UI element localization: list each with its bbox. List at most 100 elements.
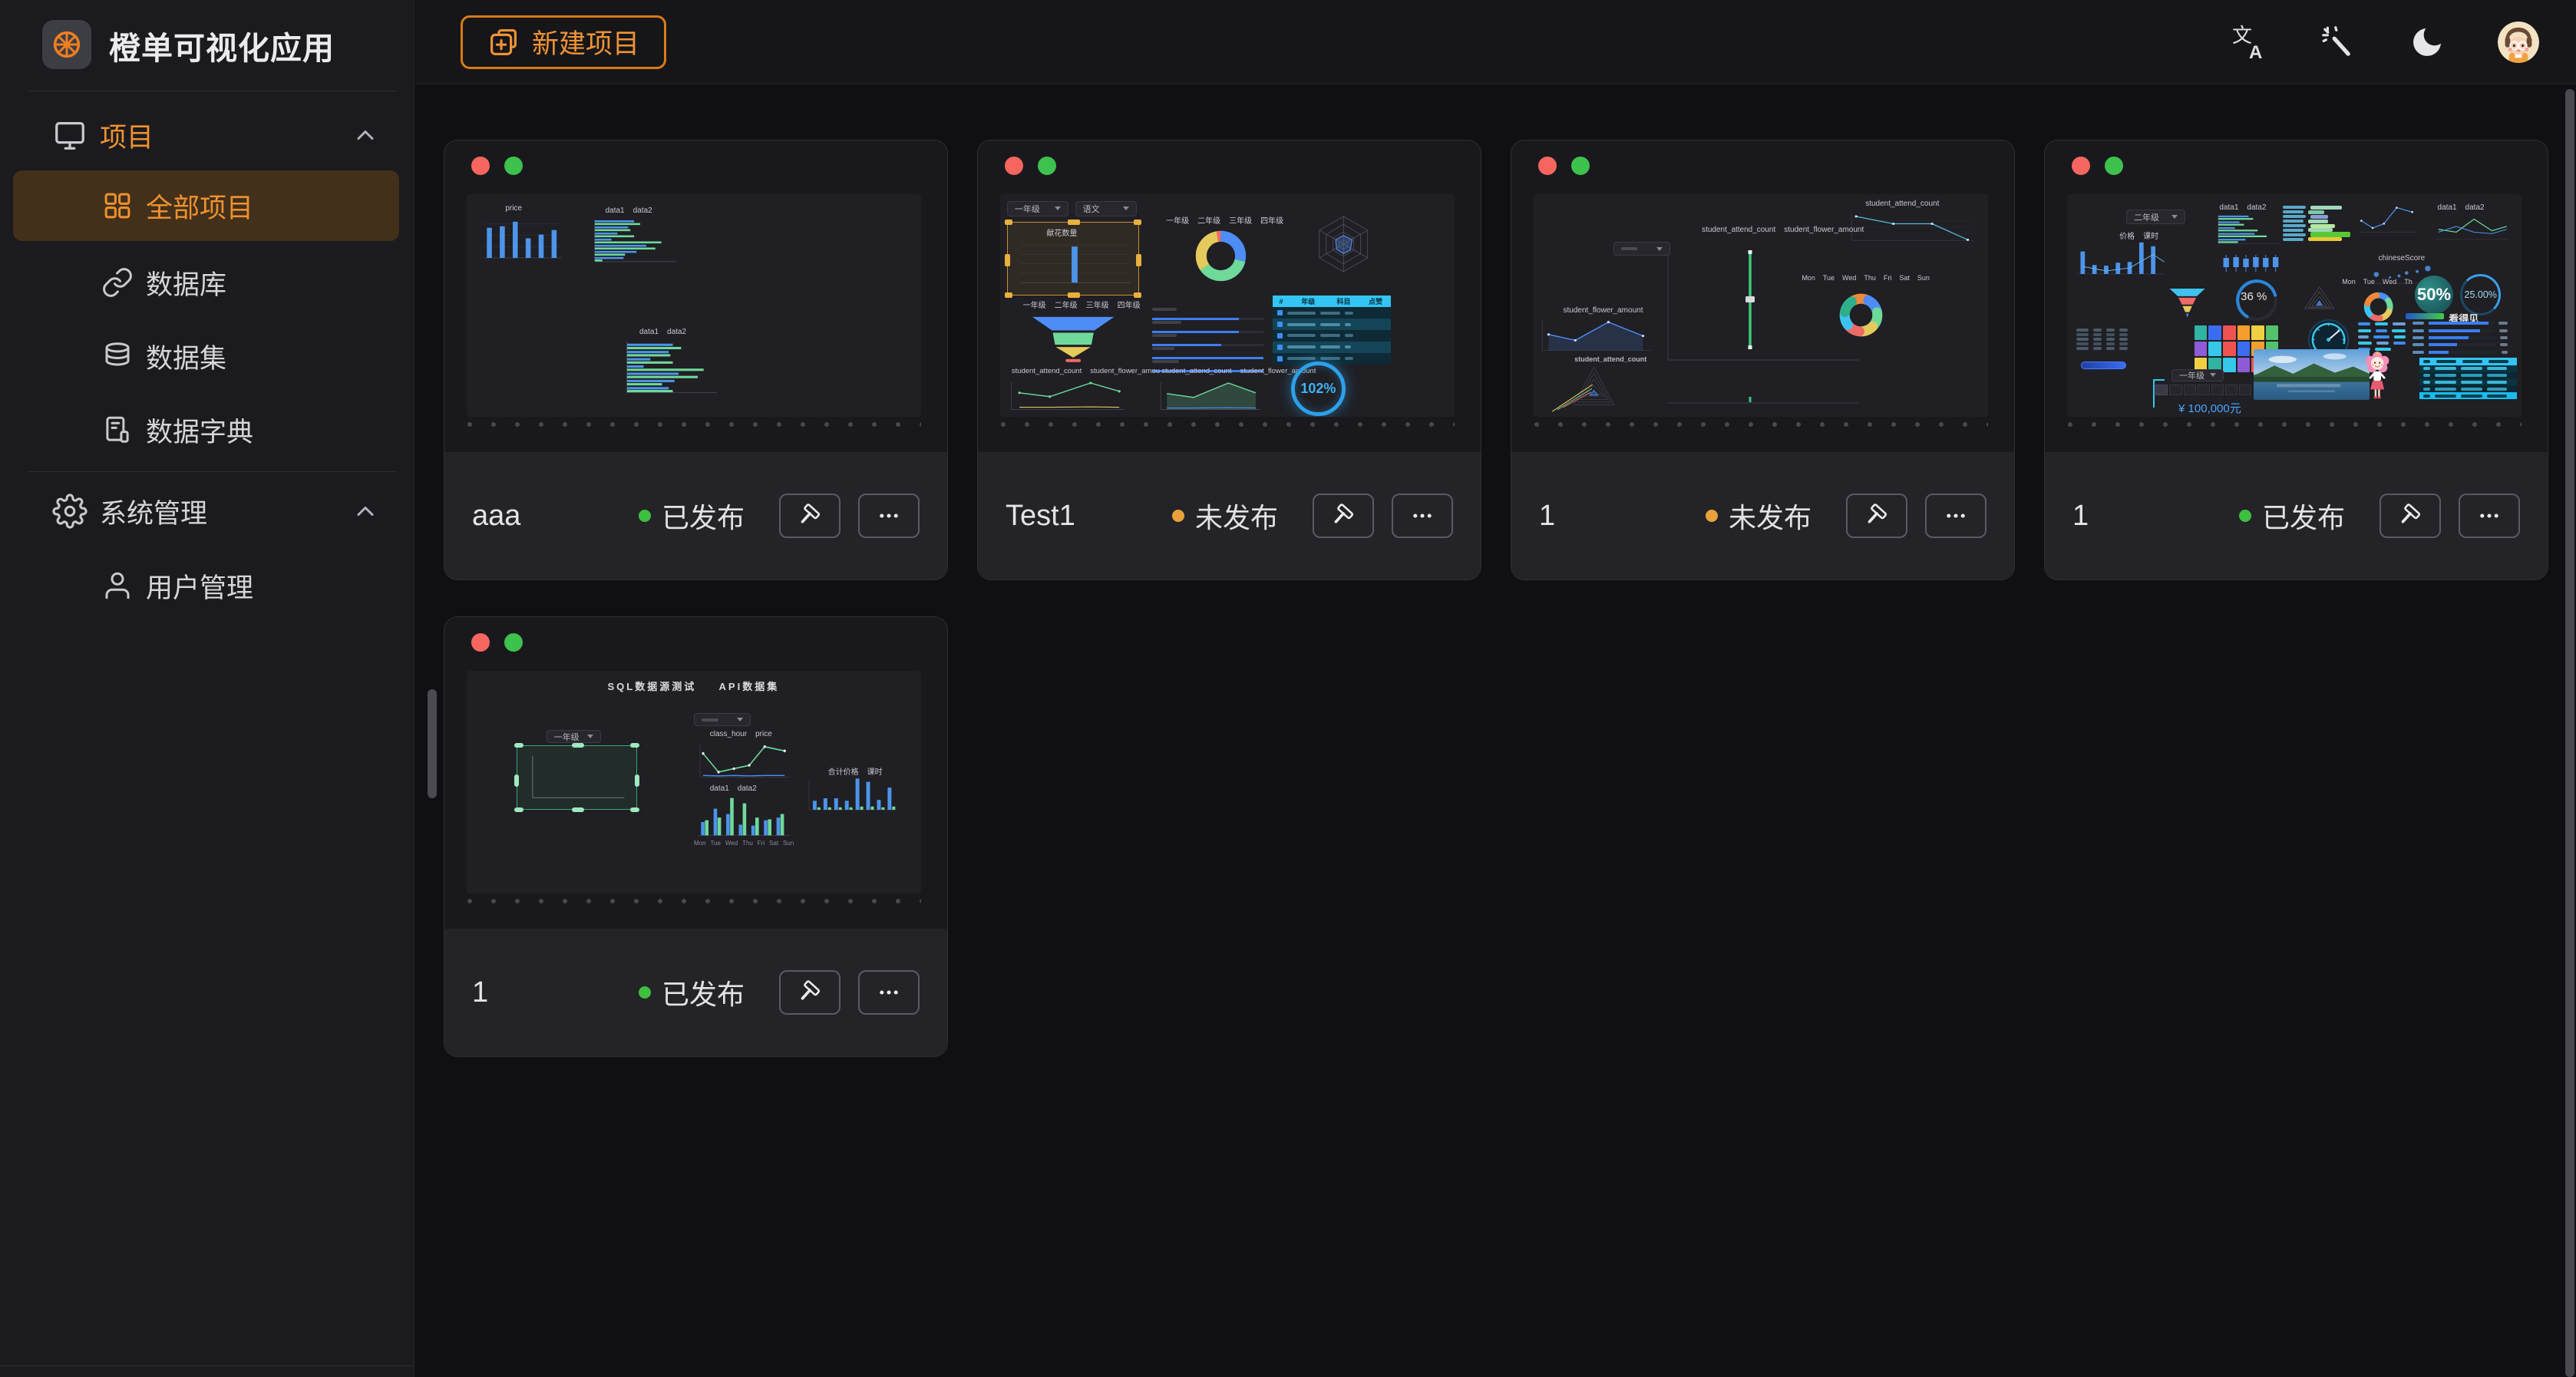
edit-button[interactable] xyxy=(779,970,841,1015)
legend: Mon Tue Wed Thu Fri Sat Sun xyxy=(1799,274,1930,282)
edit-button[interactable] xyxy=(1313,494,1374,538)
mini-progress-list xyxy=(1152,300,1263,365)
sidebar: 橙单可视化应用 项目 全部项目 数据库 数据集 xyxy=(0,0,414,1377)
edit-button[interactable] xyxy=(2379,494,2441,538)
project-thumbnail[interactable]: student_attend_count student_attend_coun… xyxy=(1534,194,1988,417)
sidebar-group-label: 项目 xyxy=(100,116,154,155)
document-icon xyxy=(101,414,134,446)
more-button[interactable] xyxy=(858,970,920,1015)
project-name: 1 xyxy=(472,976,488,1009)
status-dot xyxy=(639,986,651,999)
status-label: 已发布 xyxy=(662,496,745,536)
sidebar-group-system[interactable]: 系统管理 xyxy=(0,484,414,539)
panel-title: API数据集 xyxy=(719,679,780,693)
magic-wand-icon[interactable] xyxy=(2320,24,2356,61)
red-dot xyxy=(2072,157,2090,175)
legend: student_flower_amount xyxy=(1561,306,1643,315)
sidebar-item-dictionary[interactable]: 数据字典 xyxy=(0,393,414,467)
mini-donut-chart xyxy=(2360,289,2396,325)
ellipsis-icon xyxy=(1943,503,1969,529)
project-thumbnail[interactable]: SQL数据源测试 API数据集 一年级 cl xyxy=(467,671,921,893)
status-dot xyxy=(1172,510,1184,522)
dark-mode-moon-icon[interactable] xyxy=(2409,24,2446,61)
window-dots xyxy=(1538,157,1590,175)
window-dots xyxy=(2072,157,2123,175)
more-button[interactable] xyxy=(858,494,920,538)
more-button[interactable] xyxy=(1925,494,1986,538)
chevron-up-icon[interactable] xyxy=(352,121,379,149)
legend: price xyxy=(503,204,522,213)
legend: class_hour price xyxy=(708,730,772,738)
ellipsis-icon xyxy=(876,503,902,529)
card-footer: 1 已发布 xyxy=(2045,452,2548,580)
mini-area-chart xyxy=(1536,317,1654,355)
mini-select: 一年级 xyxy=(2171,369,2224,381)
project-thumbnail[interactable]: 一年级 语文 献花数量 一年级 xyxy=(1000,194,1455,417)
link-icon xyxy=(101,266,134,299)
card-footer: 1 已发布 xyxy=(444,929,947,1056)
project-thumbnail[interactable]: 二年级 价格 课时 data1 data2 xyxy=(2067,194,2522,417)
new-project-button[interactable]: 新建项目 xyxy=(461,15,666,69)
hammer-icon xyxy=(2397,503,2423,529)
status-badge: 未发布 xyxy=(1706,496,1811,536)
project-name: 1 xyxy=(2072,500,2089,533)
edit-button[interactable] xyxy=(1846,494,1907,538)
green-dot xyxy=(504,157,523,175)
edit-button[interactable] xyxy=(779,494,841,538)
mini-hbar-chart xyxy=(587,217,678,266)
card-footer: 1 未发布 xyxy=(1511,452,2014,580)
mini-bar-chart xyxy=(478,216,564,263)
sidebar-item-all-projects[interactable]: 全部项目 xyxy=(13,170,399,241)
gauge-value: 36 % xyxy=(2241,290,2267,303)
mini-table xyxy=(2419,358,2517,400)
more-button[interactable] xyxy=(1392,494,1453,538)
dotted-divider xyxy=(1534,421,1988,428)
language-icon[interactable]: 文 A xyxy=(2231,24,2267,61)
sidebar-scrollbar-thumb[interactable] xyxy=(428,689,437,798)
mini-percent-circle: 50% xyxy=(2415,276,2453,314)
ellipsis-icon xyxy=(2476,503,2502,529)
green-dot xyxy=(504,633,523,652)
legend: student_attend_count student_flower_amou xyxy=(1009,367,1160,375)
legend: student_attend_count student_flower_amou… xyxy=(1159,367,1316,375)
red-dot xyxy=(1538,157,1557,175)
dotted-divider xyxy=(2067,421,2522,428)
orange-wheel-icon xyxy=(50,28,84,61)
legend: chineseScore xyxy=(2376,254,2426,263)
status-dot xyxy=(2239,510,2251,522)
mini-line-chart xyxy=(694,740,794,782)
sidebar-item-database[interactable]: 数据库 xyxy=(0,246,414,319)
divider xyxy=(0,1365,414,1366)
project-name: aaa xyxy=(472,500,520,533)
mini-hbar-chart xyxy=(619,340,718,398)
grid-icon xyxy=(101,190,134,222)
ellipsis-icon xyxy=(876,979,902,1006)
hammer-icon xyxy=(797,979,823,1006)
legend: 一年级 二年级 三年级 四年级 xyxy=(1021,299,1141,310)
dotted-divider xyxy=(1000,421,1455,428)
more-button[interactable] xyxy=(2459,494,2520,538)
mini-hbar-chart xyxy=(2212,213,2280,247)
mini-select xyxy=(694,713,751,726)
mini-pyramid xyxy=(2301,283,2337,312)
chevron-up-icon[interactable] xyxy=(352,497,379,525)
mini-line-chart xyxy=(2431,213,2513,243)
project-thumbnail[interactable]: price data1 data2 xyxy=(467,194,921,417)
project-card-grid: price data1 data2 xyxy=(444,140,2576,1057)
mini-funnel-chart xyxy=(2167,286,2208,319)
landscape-photo xyxy=(2254,349,2370,401)
sidebar-item-label: 数据集 xyxy=(146,337,226,376)
user-avatar[interactable] xyxy=(2498,21,2539,63)
mini-select: 二年级 xyxy=(2126,210,2185,224)
sidebar-group-projects[interactable]: 项目 xyxy=(0,107,414,163)
hammer-icon xyxy=(797,503,823,529)
sidebar-item-dataset[interactable]: 数据集 xyxy=(0,319,414,393)
green-dot xyxy=(1571,157,1590,175)
legend: data1 data2 xyxy=(603,206,652,215)
legend: data1 data2 xyxy=(2217,203,2266,212)
selected-widget xyxy=(517,745,637,810)
project-card: 一年级 语文 献花数量 一年级 xyxy=(977,140,1481,580)
mini-bar-chart xyxy=(2072,239,2167,279)
status-label: 已发布 xyxy=(2262,496,2345,536)
sidebar-item-users[interactable]: 用户管理 xyxy=(0,549,414,622)
